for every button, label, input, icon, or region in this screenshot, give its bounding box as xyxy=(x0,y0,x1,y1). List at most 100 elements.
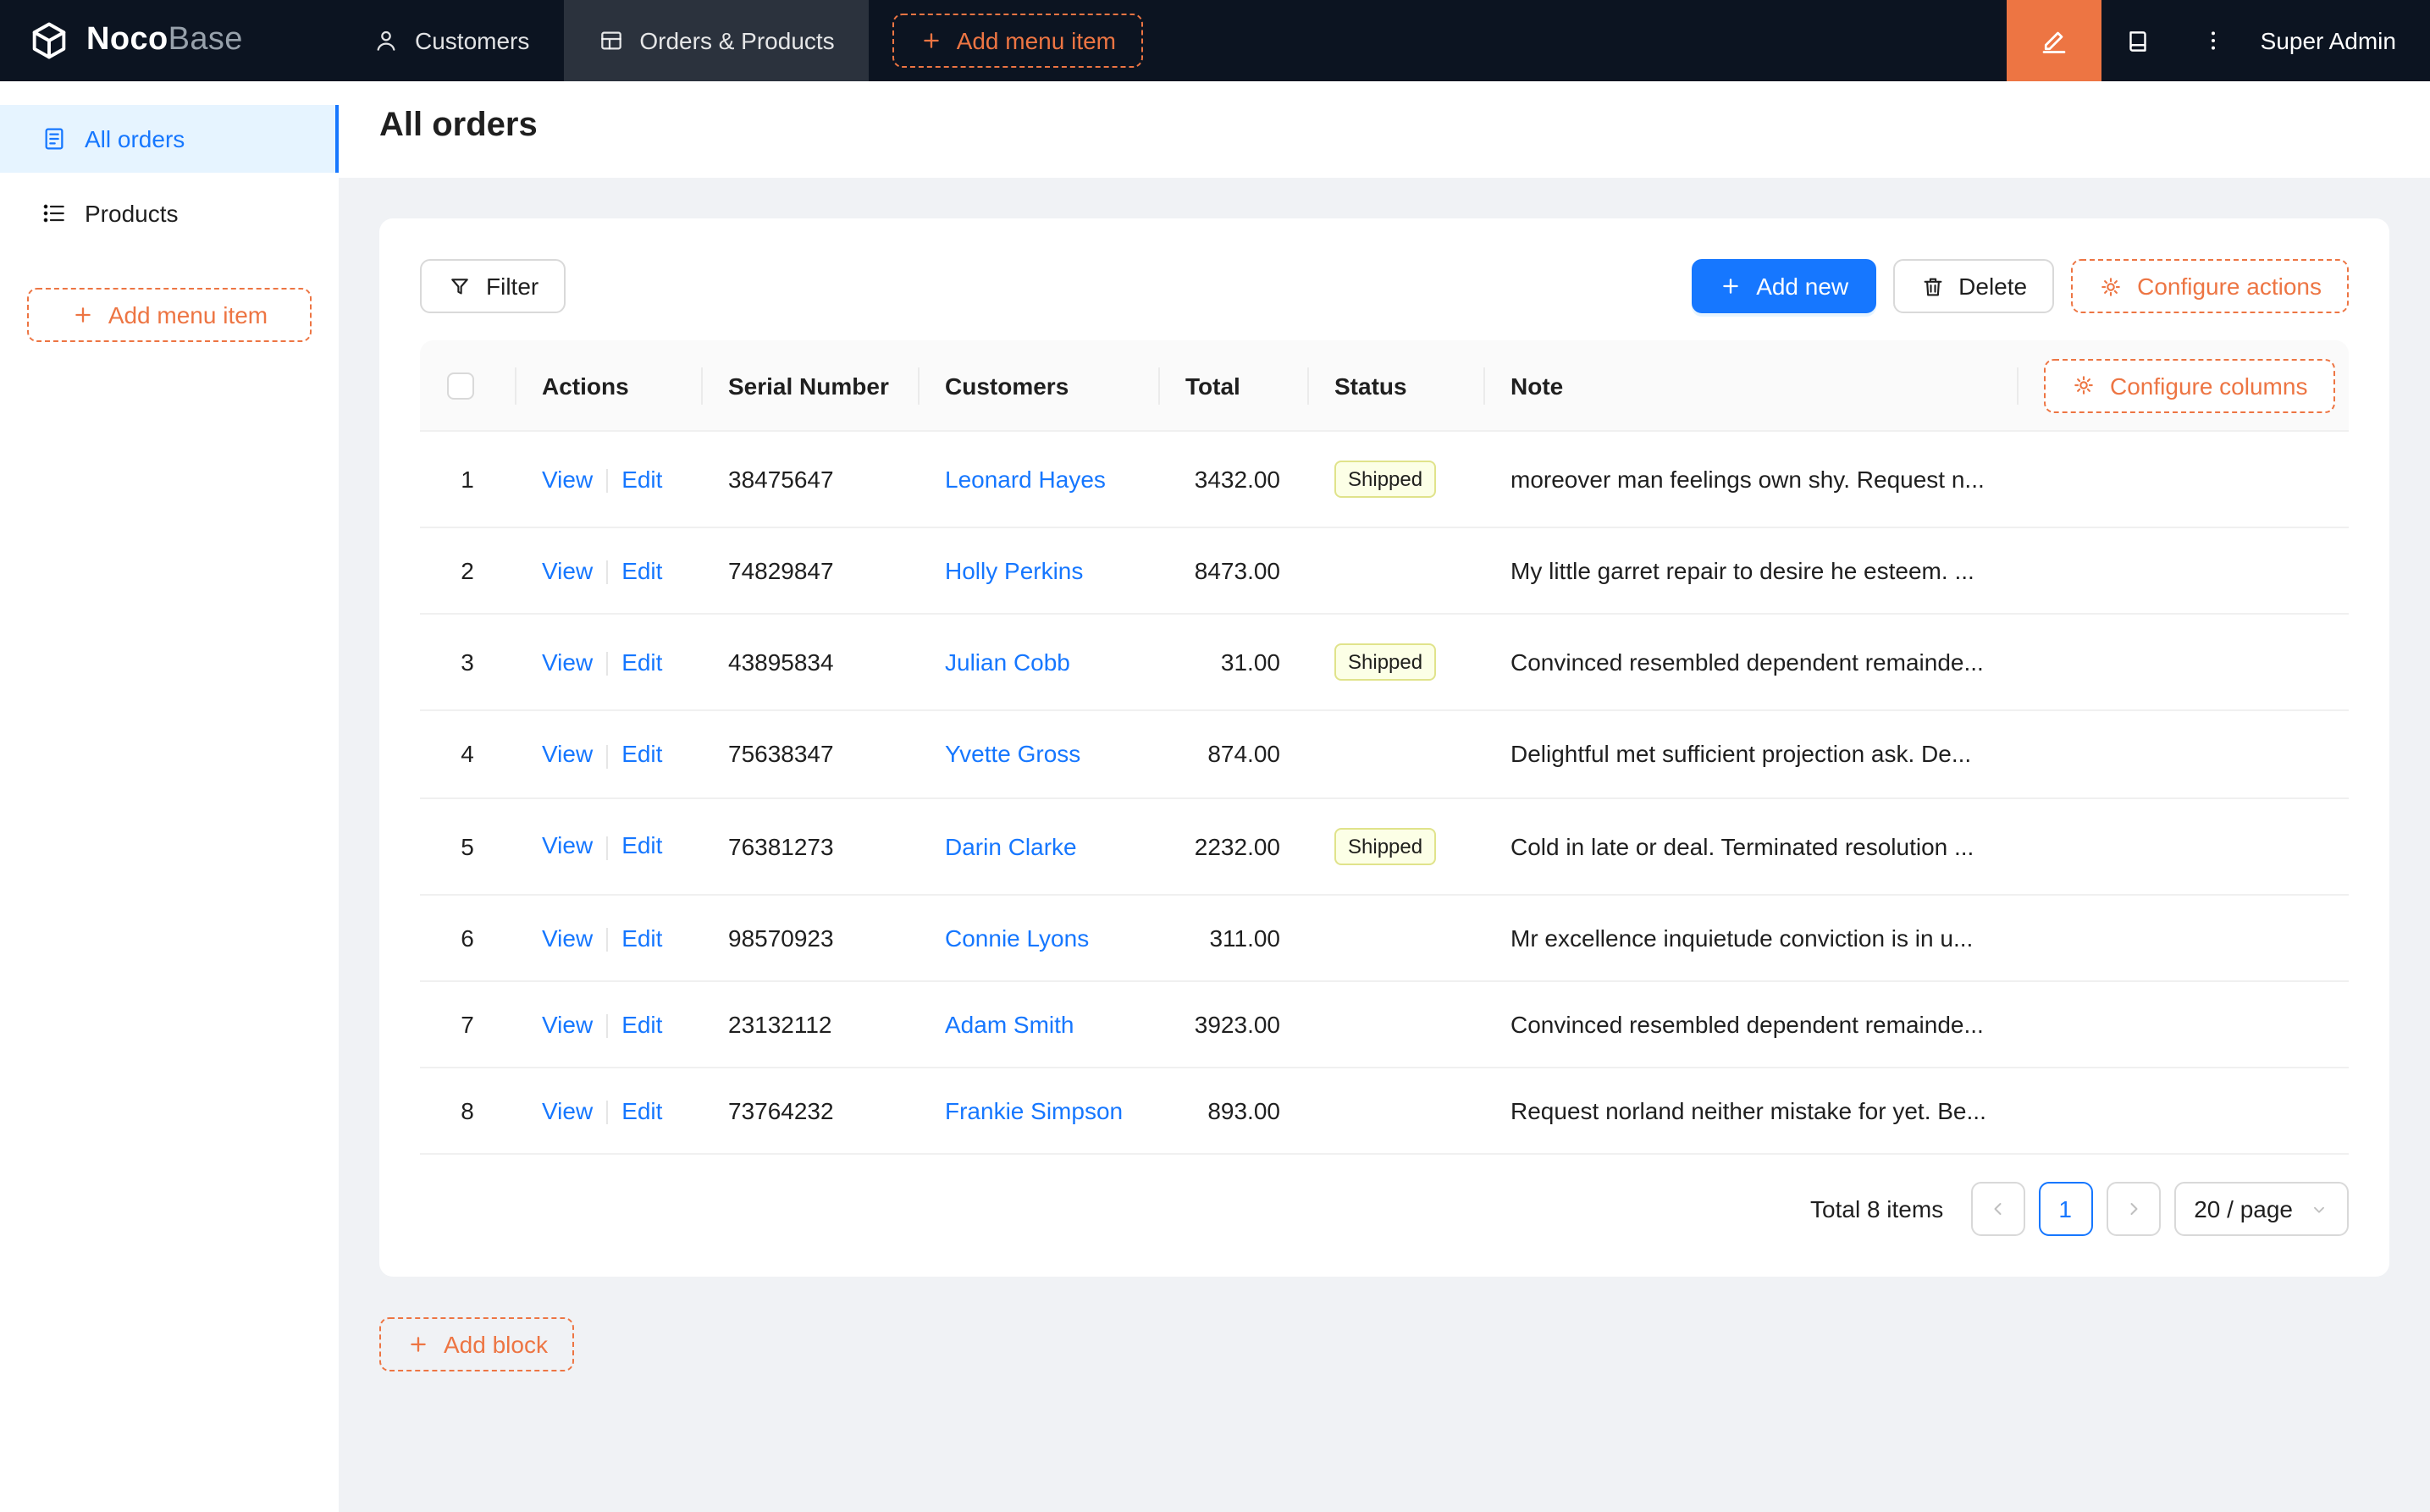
customer-link[interactable]: Darin Clarke xyxy=(945,832,1077,859)
configure-columns-label: Configure columns xyxy=(2110,372,2307,399)
edit-link[interactable]: Edit xyxy=(621,1011,662,1038)
pagination-page-1-button[interactable]: 1 xyxy=(2038,1183,2092,1237)
column-header-customers: Customers xyxy=(918,340,1158,432)
view-link[interactable]: View xyxy=(542,557,593,584)
customer-link[interactable]: Holly Perkins xyxy=(945,557,1083,584)
serial-number: 98570923 xyxy=(728,924,834,951)
configure-columns-button[interactable]: Configure columns xyxy=(2044,358,2334,412)
sidebar-item-all-orders[interactable]: All orders xyxy=(0,105,339,173)
view-link[interactable]: View xyxy=(542,648,593,676)
action-divider xyxy=(606,469,608,493)
customer-link[interactable]: Julian Cobb xyxy=(945,649,1070,676)
nocobase-logo[interactable]: NocoBase xyxy=(0,0,339,81)
filter-button[interactable]: Filter xyxy=(420,259,566,313)
action-divider xyxy=(606,928,608,952)
row-index-cell: 4 xyxy=(420,712,515,799)
total-value: 311.00 xyxy=(1209,924,1280,951)
note-text: My little garret repair to desire he est… xyxy=(1510,557,1974,584)
serial-number: 76381273 xyxy=(728,832,834,859)
select-all-checkbox[interactable] xyxy=(447,372,474,400)
page-size-select[interactable]: 20 / page xyxy=(2173,1183,2349,1237)
gear-icon xyxy=(2071,372,2096,398)
view-link[interactable]: View xyxy=(542,741,593,768)
table-row: 5 ViewEdit 76381273 Darin Clarke 2232.00… xyxy=(420,798,2349,895)
row-index-cell: 6 xyxy=(420,895,515,982)
edit-link[interactable]: Edit xyxy=(621,648,662,676)
table-row: 1 ViewEdit 38475647 Leonard Hayes 3432.0… xyxy=(420,432,2349,528)
note-text: Convinced resembled dependent remainde..… xyxy=(1510,649,1984,676)
highlighter-icon xyxy=(2039,25,2069,56)
table-row: 3 ViewEdit 43895834 Julian Cobb 31.00 Sh… xyxy=(420,615,2349,712)
customer-cell: Frankie Simpson xyxy=(918,1068,1158,1156)
nav-item-label: Orders & Products xyxy=(639,27,834,54)
sidebar-add-menu-item-button[interactable]: Add menu item xyxy=(27,288,312,342)
edit-link[interactable]: Edit xyxy=(621,557,662,584)
sidebar-item-label: All orders xyxy=(85,125,185,152)
gear-icon xyxy=(2098,273,2123,299)
actions-cell: View Edit xyxy=(515,895,701,982)
edit-link[interactable]: Edit xyxy=(621,924,662,951)
add-block-button[interactable]: Add block xyxy=(379,1318,575,1372)
view-link[interactable]: View xyxy=(542,466,593,493)
table-row: 4 ViewEdit 75638347 Yvette Gross 874.00 … xyxy=(420,712,2349,799)
customer-link[interactable]: Leonard Hayes xyxy=(945,466,1106,493)
note-cell: Convinced resembled dependent remainde..… xyxy=(1483,982,2017,1069)
customer-cell: Julian Cobb xyxy=(918,615,1158,712)
actions-cell: View Edit xyxy=(515,1068,701,1156)
plus-icon xyxy=(920,29,943,52)
total-value: 893.00 xyxy=(1207,1098,1280,1125)
more-menu-button[interactable] xyxy=(2176,0,2251,81)
navbar-add-menu-item-button[interactable]: Add menu item xyxy=(892,14,1143,68)
row-index-cell: 8 xyxy=(420,1068,515,1156)
configure-actions-button[interactable]: Configure actions xyxy=(2071,259,2349,313)
customer-link[interactable]: Frankie Simpson xyxy=(945,1098,1123,1125)
sidebar-item-label: Products xyxy=(85,200,179,227)
delete-button-label: Delete xyxy=(1958,273,2027,300)
edit-link[interactable]: Edit xyxy=(621,1097,662,1124)
table-row: 7 ViewEdit 23132112 Adam Smith 3923.00 C… xyxy=(420,982,2349,1069)
nav-item-orders-products[interactable]: Orders & Products xyxy=(563,0,868,81)
edit-link[interactable]: Edit xyxy=(621,466,662,493)
ui-editor-button[interactable] xyxy=(2007,0,2101,81)
add-new-button[interactable]: Add new xyxy=(1692,259,1875,313)
table-row: 8 View Edit 73764232 Frankie Simpson 893.… xyxy=(420,1068,2349,1156)
note-text: moreover man feelings own shy. Request n… xyxy=(1510,466,1985,493)
top-menu: Customers Orders & Products Add menu ite… xyxy=(339,0,1143,81)
note-cell: Cold in late or deal. Terminated resolut… xyxy=(1483,798,2017,895)
status-cell xyxy=(1307,982,1483,1069)
pagination-prev-button[interactable] xyxy=(1970,1183,2024,1237)
note-text: Request norland neither mistake for yet.… xyxy=(1510,1098,1986,1125)
config-spacer-cell xyxy=(2017,712,2349,799)
note-cell: Mr excellence inquietude conviction is i… xyxy=(1483,895,2017,982)
view-link[interactable]: View xyxy=(542,924,593,951)
customer-link[interactable]: Adam Smith xyxy=(945,1011,1074,1038)
note-cell: Delightful met sufficient projection ask… xyxy=(1483,712,2017,799)
layout-body: All orders Products Add menu item xyxy=(0,81,2430,1512)
user-menu[interactable]: Super Admin xyxy=(2251,27,2430,54)
column-header-config: Configure columns xyxy=(2017,340,2349,432)
action-divider xyxy=(606,653,608,676)
view-link[interactable]: View xyxy=(542,1097,593,1124)
column-header-serial-number: Serial Number xyxy=(701,340,918,432)
pagination-next-button[interactable] xyxy=(2106,1183,2160,1237)
customer-link[interactable]: Yvette Gross xyxy=(945,741,1080,768)
config-spacer-cell xyxy=(2017,528,2349,615)
orders-table: Actions Serial Number Customers Total St… xyxy=(420,340,2349,1156)
sidebar-item-products[interactable]: Products xyxy=(0,179,339,247)
actions-cell: View Edit xyxy=(515,798,701,895)
row-index: 8 xyxy=(461,1098,474,1125)
nav-item-customers[interactable]: Customers xyxy=(339,0,563,81)
filter-button-label: Filter xyxy=(486,273,538,300)
view-link[interactable]: View xyxy=(542,1011,593,1038)
delete-button[interactable]: Delete xyxy=(1892,259,2054,313)
action-divider xyxy=(606,1101,608,1125)
edit-link[interactable]: Edit xyxy=(621,832,662,859)
edit-link[interactable]: Edit xyxy=(621,741,662,768)
serial-number: 73764232 xyxy=(728,1098,834,1125)
view-link[interactable]: View xyxy=(542,832,593,859)
add-block-label: Add block xyxy=(444,1332,548,1359)
page-root: NocoBase Customers Orders & Products xyxy=(0,0,2430,1512)
trash-icon xyxy=(1919,273,1945,299)
customer-link[interactable]: Connie Lyons xyxy=(945,924,1089,951)
docs-button[interactable] xyxy=(2101,0,2176,81)
